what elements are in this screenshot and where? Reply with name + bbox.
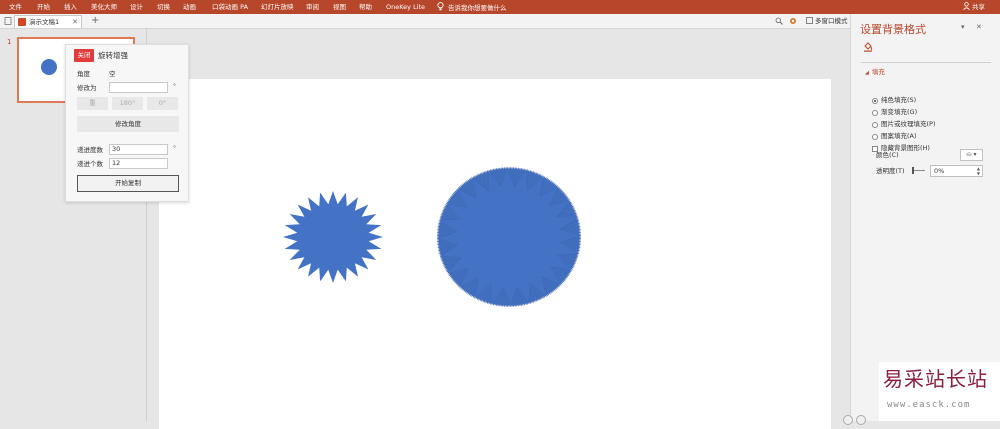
picture-fill-label[interactable]: 图片或纹理填充(P) — [881, 120, 936, 129]
star-shape-small[interactable] — [283, 191, 383, 283]
gradient-fill-label[interactable]: 渐变填充(G) — [881, 108, 917, 117]
gear-icon[interactable] — [789, 17, 797, 25]
tell-me-box[interactable]: 告诉我你想要做什么 — [437, 2, 507, 13]
lightbulb-icon — [437, 2, 444, 11]
tab-slideshow[interactable]: 幻灯片放映 — [261, 2, 294, 12]
file-icon[interactable] — [4, 17, 12, 25]
pane-close-icon[interactable]: ✕ — [976, 23, 982, 31]
increment-degree-label: 递进度数 — [77, 146, 103, 154]
transparency-slider[interactable] — [913, 170, 925, 171]
watermark-title: 易采站长站 — [883, 367, 988, 391]
tab-review[interactable]: 审阅 — [306, 2, 319, 12]
collapse-icon: ◢ — [865, 70, 869, 76]
thumbnail-shape — [41, 59, 57, 75]
multi-window-label: 多窗口模式 — [815, 17, 848, 25]
fill-section-header[interactable]: ◢ 填充 — [865, 68, 885, 78]
rotation-enhance-dialog: 关闭 旋转增强 角度 空 修改为 ° 重 180° 0° 修改角度 递进度数 3… — [65, 44, 189, 202]
modify-angle-button[interactable]: 修改角度 — [77, 116, 179, 132]
angle-label: 角度 — [77, 70, 90, 78]
fill-bucket-icon[interactable] — [863, 42, 873, 52]
increment-count-label: 递进个数 — [77, 160, 103, 168]
tab-home[interactable]: 开始 — [37, 2, 50, 12]
angle-0-button[interactable]: 0° — [147, 97, 178, 110]
watermark: 易采站长站 www.easck.com — [879, 362, 1000, 421]
tab-help[interactable]: 帮助 — [359, 2, 372, 12]
person-icon — [963, 2, 970, 11]
reset-angle-button[interactable]: 重 — [77, 97, 108, 110]
document-tab[interactable]: 演示文稿1 ✕ — [14, 15, 82, 28]
modify-to-input[interactable] — [109, 82, 168, 93]
slide-number: 1 — [7, 38, 12, 46]
degree-symbol: ° — [173, 83, 176, 90]
transparency-input[interactable]: 0% ▲ ▼ — [930, 165, 983, 177]
tab-view[interactable]: 视图 — [333, 2, 346, 12]
start-copy-button[interactable]: 开始复制 — [77, 175, 179, 192]
tab-file[interactable]: 文件 — [9, 2, 22, 12]
pane-divider — [861, 62, 991, 63]
increment-count-input[interactable]: 12 — [109, 158, 168, 169]
solid-fill-radio[interactable] — [872, 98, 878, 104]
new-tab-button[interactable]: + — [91, 15, 99, 27]
angle-180-button[interactable]: 180° — [112, 97, 143, 110]
tab-meihua[interactable]: 美化大师 — [91, 2, 117, 12]
zoom-icon[interactable] — [775, 17, 783, 25]
fill-section-label: 填充 — [871, 68, 885, 76]
modify-to-label: 修改为 — [77, 84, 97, 92]
tab-pocket-animation[interactable]: 口袋动画 PA — [212, 2, 248, 12]
slide[interactable] — [159, 79, 831, 429]
dialog-title: 旋转增强 — [98, 51, 128, 60]
zoom-out-circle[interactable] — [843, 415, 853, 425]
dialog-close-button[interactable]: 关闭 — [74, 49, 94, 62]
solid-fill-label[interactable]: 纯色填充(S) — [881, 96, 916, 105]
angle-value: 空 — [109, 70, 116, 78]
multi-window-toggle[interactable]: 多窗口模式 — [806, 16, 848, 26]
transparency-label: 透明度(T) — [876, 167, 905, 175]
ribbon-bar: 文件 开始 插入 美化大师 设计 切换 动画 口袋动画 PA 幻灯片放映 审阅 … — [0, 0, 1000, 14]
color-picker-button[interactable]: ⛀ ▾ — [960, 149, 983, 161]
tell-me-text: 告诉我你想要做什么 — [448, 4, 507, 12]
tab-design[interactable]: 设计 — [130, 2, 143, 12]
tab-transitions[interactable]: 切换 — [157, 2, 170, 12]
tab-insert[interactable]: 插入 — [64, 2, 77, 12]
tab-animations[interactable]: 动画 — [183, 2, 196, 12]
picture-fill-radio[interactable] — [872, 122, 878, 128]
powerpoint-icon — [18, 18, 26, 26]
slide-shapes — [283, 166, 582, 308]
increment-degree-symbol: ° — [173, 145, 176, 152]
paint-bucket-icon: ⛀ — [966, 151, 972, 158]
zoom-in-circle[interactable] — [856, 415, 866, 425]
window-icon — [806, 17, 813, 24]
pane-options-icon[interactable]: ▾ — [961, 23, 965, 31]
share-label: 共享 — [972, 3, 985, 11]
pane-title: 设置背景格式 — [860, 23, 926, 36]
document-title: 演示文稿1 — [29, 18, 60, 26]
watermark-url: www.easck.com — [887, 400, 971, 410]
close-tab-icon[interactable]: ✕ — [72, 17, 78, 27]
pattern-fill-radio[interactable] — [872, 134, 878, 140]
color-label: 颜色(C) — [876, 151, 899, 159]
star-shape-copies[interactable] — [436, 166, 582, 308]
spinner-icon[interactable]: ▲ ▼ — [977, 166, 980, 176]
pattern-fill-label[interactable]: 图案填充(A) — [881, 132, 917, 141]
gradient-fill-radio[interactable] — [872, 110, 878, 116]
increment-degree-input[interactable]: 30 — [109, 144, 168, 155]
share-button[interactable]: 共享 — [963, 2, 985, 12]
transparency-slider-handle[interactable] — [912, 167, 914, 174]
editing-canvas — [148, 29, 850, 429]
tab-onekey[interactable]: OneKey Lite — [386, 2, 425, 12]
format-background-pane: 设置背景格式 ▾ ✕ ◢ 填充 纯色填充(S) 渐变填充(G) 图片或纹理填充(P… — [850, 14, 1000, 421]
transparency-value: 0% — [934, 167, 945, 175]
